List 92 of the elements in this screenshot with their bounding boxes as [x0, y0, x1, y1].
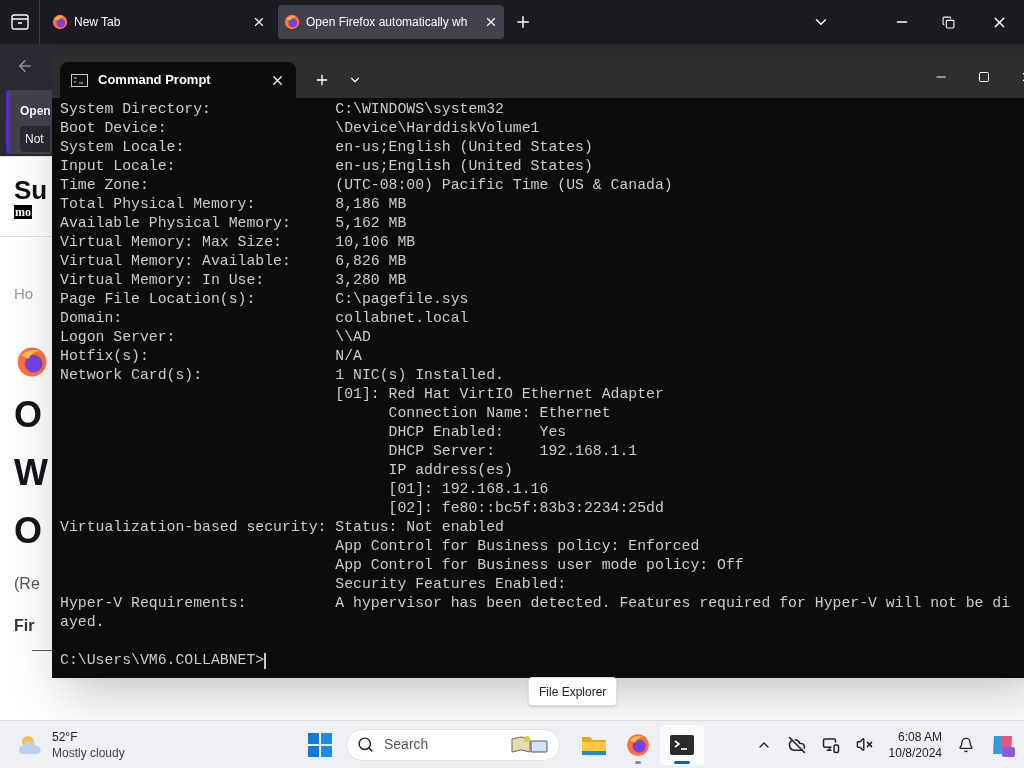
info-value: [01]: 192.168.1.16	[387, 481, 549, 497]
info-value: 10,106 MB	[335, 233, 416, 252]
info-value: (UTC-08:00) Pacific Time (US & Canada)	[335, 176, 673, 195]
running-indicator	[635, 760, 641, 764]
new-tab-icon[interactable]	[514, 13, 532, 31]
info-label: System Directory:	[60, 100, 212, 119]
terminal-icon	[669, 733, 695, 756]
article-heading: O	[14, 392, 42, 437]
search-icon	[357, 736, 374, 753]
start-icon[interactable]	[308, 732, 332, 757]
firefox-logo-icon	[16, 345, 48, 378]
taskbar-app[interactable]	[660, 724, 704, 765]
tab-title: Open Firefox automatically wh	[306, 14, 469, 31]
info-value: 8,186 MB	[335, 195, 407, 214]
section-heading: Fir	[14, 615, 35, 636]
info-value: 3,280 MB	[335, 271, 407, 290]
tab-title: Command Prompt	[98, 71, 212, 90]
notification-button[interactable]: Not	[20, 126, 50, 152]
info-value: ayed.	[60, 614, 105, 630]
info-value: IP address(es)	[387, 462, 513, 478]
temperature: 52°F	[52, 728, 79, 745]
info-label: Hotfix(s):	[60, 347, 150, 366]
info-value: A hypervisor has been detected. Features required for Hyper-V will not be di	[335, 594, 1011, 613]
browser-tab[interactable]: New Tab	[46, 5, 272, 39]
info-label: Logon Server:	[60, 328, 177, 347]
search-field[interactable]: Search	[346, 728, 560, 761]
info-value: N/A	[335, 347, 362, 366]
article-heading: W	[14, 450, 48, 495]
weather-condition: Mostly cloudy	[52, 744, 125, 761]
info-label: Hyper-V Requirements:	[60, 594, 248, 613]
info-label: Time Zone:	[60, 176, 150, 195]
info-value: \\AD	[335, 328, 371, 347]
info-value: DHCP Server: 192.168.1.1	[387, 443, 638, 459]
info-label: Boot Device:	[60, 119, 168, 138]
info-value: Status: Not enabled	[335, 518, 504, 537]
firefox-icon	[284, 14, 300, 30]
info-label: Network Card(s):	[60, 366, 204, 385]
info-value: C:\pagefile.sys	[335, 290, 469, 309]
browser-tab[interactable]: Open Firefox automatically wh	[278, 5, 504, 39]
info-label: Virtual Memory: In Use:	[60, 271, 266, 290]
clock-date[interactable]: 10/8/2024	[888, 744, 942, 761]
info-value: 5,162 MB	[335, 214, 407, 233]
info-value: Security Features Enabled:	[335, 576, 567, 592]
tab-title: New Tab	[74, 14, 122, 31]
notification-title: Open	[20, 103, 51, 120]
article-subtitle: (Re	[14, 573, 40, 594]
network-icon[interactable]	[821, 735, 840, 754]
info-value: App Control for Business policy: Enforced	[335, 538, 700, 554]
books-icon	[511, 734, 549, 755]
info-value: Connection Name: Ethernet	[387, 405, 611, 421]
clock-time[interactable]: 6:08 AM	[897, 728, 942, 745]
info-label: Domain:	[60, 309, 124, 328]
info-label: Virtual Memory: Max Size:	[60, 233, 283, 252]
terminal-tab[interactable]: Command Prompt	[60, 62, 296, 98]
back-icon[interactable]	[16, 57, 34, 75]
new-tab-icon[interactable]	[314, 72, 330, 88]
article-heading: O	[14, 508, 42, 553]
tray-icon[interactable]	[10, 14, 29, 30]
site-logo: Su	[14, 175, 48, 205]
firefox-icon	[626, 732, 650, 757]
info-label: Available Physical Memory:	[60, 214, 292, 233]
info-value: App Control for Business user mode policy: Off	[335, 557, 744, 573]
search-placeholder: Search	[384, 735, 430, 754]
text-cursor	[264, 652, 267, 669]
info-value: C:\WINDOWS\system32	[335, 100, 504, 119]
info-value: \Device\HarddiskVolume1	[335, 119, 540, 138]
info-label: Virtualization-based security:	[60, 518, 328, 537]
maximize-icon[interactable]	[978, 70, 990, 83]
info-value: 1 NIC(s) Installed.	[335, 366, 504, 385]
info-value: [01]: Red Hat VirtIO Ethernet Adapter	[335, 386, 664, 402]
info-value: DHCP Enabled: Yes	[387, 424, 567, 440]
info-value: en-us;English (United States)	[335, 157, 593, 176]
command-prompt: C:\Users\VM6.COLLABNET>	[60, 651, 265, 670]
muted-speaker-icon[interactable]	[855, 736, 873, 753]
logo-tagline: mo	[14, 205, 32, 219]
info-label: Virtual Memory: Available:	[60, 252, 292, 271]
running-indicator	[674, 760, 690, 764]
notification-icon[interactable]	[958, 736, 974, 753]
info-value: en-us;English (United States)	[335, 138, 593, 157]
restore-icon[interactable]	[942, 15, 955, 29]
info-value: 6,826 MB	[335, 252, 407, 271]
firefox-icon	[52, 14, 68, 30]
info-label: Page File Location(s):	[60, 290, 257, 309]
accent-bar	[6, 90, 10, 154]
info-label: Input Locale:	[60, 157, 177, 176]
info-value: collabnet.local	[335, 309, 469, 328]
info-label: System Locale:	[60, 138, 186, 157]
command-prompt-icon	[71, 73, 88, 87]
info-label: Total Physical Memory:	[60, 195, 257, 214]
info-value: [02]: fe80::bc5f:83b3:2234:25dd	[387, 500, 664, 516]
cloud-off-icon[interactable]	[787, 735, 806, 754]
tooltip: File Explorer	[528, 677, 618, 706]
